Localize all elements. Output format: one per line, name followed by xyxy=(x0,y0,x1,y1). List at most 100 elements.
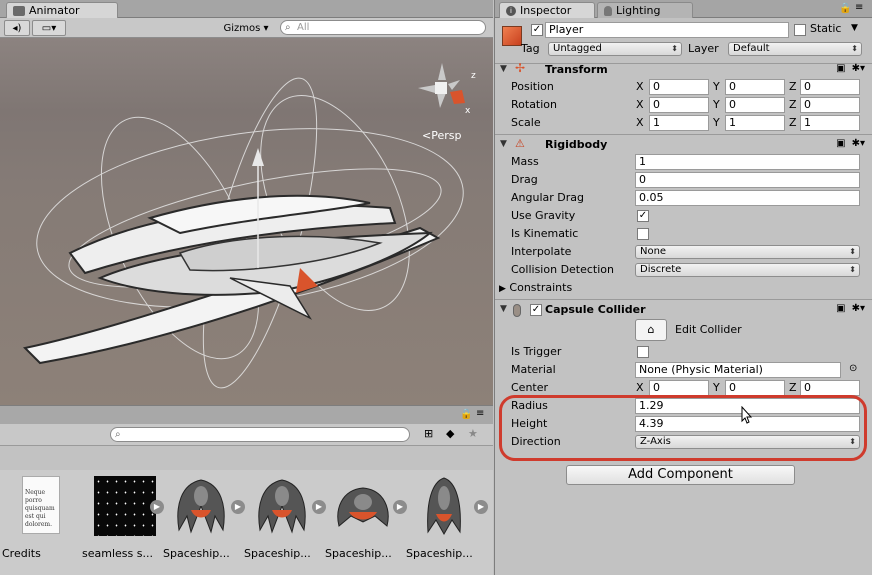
gear-icon[interactable]: ✱▾ xyxy=(852,63,865,74)
angular-drag-field[interactable]: 0.05 xyxy=(635,190,860,206)
use-gravity-label: Use Gravity xyxy=(511,209,576,222)
object-name-field[interactable]: Player xyxy=(545,22,789,38)
rigidbody-icon: ⚠ xyxy=(515,137,525,150)
capsule-collider-header[interactable]: ▼ ✓ Capsule Collider ▣ ✱▾ xyxy=(495,301,872,320)
info-icon: i xyxy=(506,5,516,16)
scale-z-field[interactable]: 1 xyxy=(800,115,860,131)
drag-label: Drag xyxy=(511,173,538,186)
position-x-field[interactable]: 0 xyxy=(649,79,709,95)
asset-item[interactable]: ▶ Spaceship... xyxy=(406,476,488,560)
layer-label: Layer xyxy=(688,42,719,55)
help-book-icon[interactable]: ▣ xyxy=(836,303,845,314)
gear-icon[interactable]: ✱▾ xyxy=(852,303,865,314)
asset-item[interactable]: ▶ Spaceship... xyxy=(325,476,407,560)
angular-drag-label: Angular Drag xyxy=(511,191,584,204)
orientation-gizmo[interactable]: z x xyxy=(410,58,480,118)
position-z-field[interactable]: 0 xyxy=(800,79,860,95)
rotation-y-field[interactable]: 0 xyxy=(725,97,785,113)
mouse-cursor-icon xyxy=(741,406,753,424)
effects-button[interactable]: ▭▾ xyxy=(32,20,66,36)
constraints-foldout[interactable]: ▶ Constraints xyxy=(499,280,572,297)
gizmos-dropdown[interactable]: Gizmos ▾ xyxy=(220,20,272,36)
filter-by-label-icon[interactable]: ◆ xyxy=(446,427,454,440)
persp-toggle[interactable]: <Persp xyxy=(422,129,461,142)
axis-x-label: X xyxy=(636,116,644,129)
lock-icon[interactable]: 🔒 xyxy=(839,3,851,14)
center-y-field[interactable]: 0 xyxy=(725,380,785,396)
favorite-star-icon[interactable]: ★ xyxy=(468,427,478,440)
static-dropdown-arrow-icon[interactable]: ▼ xyxy=(851,23,858,33)
center-x-field[interactable]: 0 xyxy=(649,380,709,396)
starfield-texture-icon: ▶ xyxy=(88,476,164,538)
transform-title: Transform xyxy=(545,63,608,76)
menu-icon[interactable]: ≡ xyxy=(476,408,484,419)
axis-y-label: Y xyxy=(713,98,720,111)
mass-field[interactable]: 1 xyxy=(635,154,860,170)
foldout-arrow-icon[interactable]: ▼ xyxy=(500,139,507,149)
asset-item[interactable]: Neque porro quisquam est qui dolorem. Cr… xyxy=(2,476,78,560)
expand-arrow-icon[interactable]: ▶ xyxy=(312,500,326,514)
asset-label: Spaceship... xyxy=(325,547,392,560)
foldout-arrow-icon[interactable]: ▼ xyxy=(500,304,507,314)
add-component-button[interactable]: Add Component xyxy=(566,465,795,485)
material-field[interactable]: None (Physic Material) xyxy=(635,362,841,378)
asset-item[interactable]: ▶ Spaceship... xyxy=(163,476,245,560)
lock-icon[interactable]: 🔒 xyxy=(460,409,472,420)
static-checkbox[interactable] xyxy=(794,24,806,36)
rigidbody-header[interactable]: ▼ ⚠ Rigidbody ▣ ✱▾ xyxy=(495,136,872,155)
scene-viewport[interactable]: z x <Persp xyxy=(0,38,493,405)
scale-x-field[interactable]: 1 xyxy=(649,115,709,131)
material-label: Material xyxy=(511,363,556,376)
rotation-label: Rotation xyxy=(511,98,558,111)
scene-search-input[interactable]: ⌕ All xyxy=(280,20,486,35)
tag-value: Untagged xyxy=(553,43,602,54)
asset-item[interactable]: ▶ seamless s... xyxy=(82,476,164,560)
asset-item[interactable]: ▶ Spaceship... xyxy=(244,476,326,560)
asset-label: Spaceship... xyxy=(244,547,311,560)
rotation-x-field[interactable]: 0 xyxy=(649,97,709,113)
object-header: ✓ Player Static ▼ Tag Untagged ⬍ Layer De… xyxy=(495,18,872,64)
foldout-right-arrow-icon: ▶ xyxy=(499,284,506,294)
center-z-field[interactable]: 0 xyxy=(800,380,860,396)
rotation-z-field[interactable]: 0 xyxy=(800,97,860,113)
spaceship-model[interactable] xyxy=(22,148,441,365)
help-book-icon[interactable]: ▣ xyxy=(836,138,845,149)
scene-tabbar: Animator xyxy=(0,0,493,18)
object-picker-icon[interactable]: ⊙ xyxy=(849,363,857,374)
drag-field[interactable]: 0 xyxy=(635,172,860,188)
filter-by-type-icon[interactable]: ⊞ xyxy=(424,427,433,440)
project-search-input[interactable]: ⌕ xyxy=(110,427,410,442)
position-y-field[interactable]: 0 xyxy=(725,79,785,95)
tag-label: Tag xyxy=(521,42,540,55)
menu-icon[interactable]: ≡ xyxy=(855,2,863,13)
transform-header[interactable]: ▼ ✢ Transform ▣ ✱▾ xyxy=(495,61,872,80)
audio-toggle-button[interactable]: ◂) xyxy=(4,20,30,36)
collision-detection-dropdown[interactable]: Discrete ⬍ xyxy=(635,263,860,277)
inspector-tabbar: i Inspector Lighting 🔒 ≡ xyxy=(495,0,872,18)
edit-collider-button[interactable]: ⌂ xyxy=(635,319,667,341)
scale-y-field[interactable]: 1 xyxy=(725,115,785,131)
expand-arrow-icon[interactable]: ▶ xyxy=(393,500,407,514)
is-kinematic-checkbox[interactable] xyxy=(637,228,649,240)
tab-inspector[interactable]: i Inspector xyxy=(499,2,595,18)
center-label: Center xyxy=(511,381,549,394)
tab-animator[interactable]: Animator xyxy=(6,2,118,18)
project-panel: 🔒 ≡ ⌕ ⊞ ◆ ★ Neque porro quisquam est qui… xyxy=(0,405,493,575)
foldout-arrow-icon[interactable]: ▼ xyxy=(500,64,507,74)
capsule-collider-enabled-checkbox[interactable]: ✓ xyxy=(530,304,542,316)
is-kinematic-label: Is Kinematic xyxy=(511,227,579,240)
layer-dropdown[interactable]: Default ⬍ xyxy=(728,42,862,56)
expand-arrow-icon[interactable]: ▶ xyxy=(474,500,488,514)
interpolate-dropdown[interactable]: None ⬍ xyxy=(635,245,860,259)
gameobject-cube-icon xyxy=(502,26,522,46)
active-checkbox[interactable]: ✓ xyxy=(531,24,543,36)
help-book-icon[interactable]: ▣ xyxy=(836,63,845,74)
expand-arrow-icon[interactable]: ▶ xyxy=(231,500,245,514)
tag-dropdown[interactable]: Untagged ⬍ xyxy=(548,42,682,56)
expand-arrow-icon[interactable]: ▶ xyxy=(150,500,164,514)
is-trigger-checkbox[interactable] xyxy=(637,346,649,358)
asset-label: seamless s... xyxy=(82,547,153,560)
gear-icon[interactable]: ✱▾ xyxy=(852,138,865,149)
tab-lighting[interactable]: Lighting xyxy=(597,2,693,18)
use-gravity-checkbox[interactable]: ✓ xyxy=(637,210,649,222)
